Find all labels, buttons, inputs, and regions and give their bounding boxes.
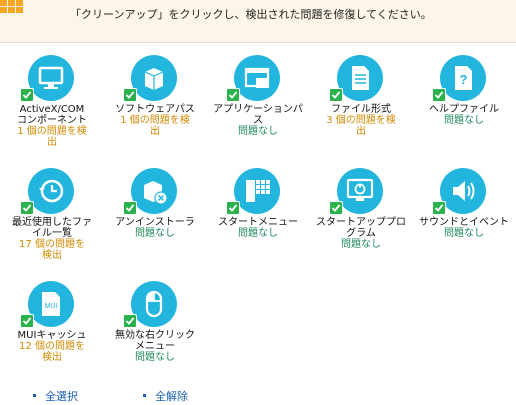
scan-category-tile[interactable]: 最近使用したファ イル一覧 17 個の問題を 検出 <box>0 163 104 273</box>
scan-category-tile[interactable]: ソフトウェアパス 1 個の問題を検 出 <box>103 50 207 160</box>
mui-file-icon: MUI <box>28 281 74 327</box>
category-label: ソフトウェアパス <box>115 104 195 115</box>
uninstall-box-icon <box>131 168 177 214</box>
category-status: 問題なし <box>238 228 278 239</box>
category-status: 問題なし <box>341 239 381 250</box>
category-status: 問題なし <box>238 126 278 137</box>
category-status: 3 個の問題を検 出 <box>326 115 396 137</box>
help-file-icon: ? <box>440 55 486 101</box>
category-label: ヘルプファイル <box>429 104 499 115</box>
instruction-banner: 「クリーンアップ」をクリックし、検出された問題を修復してください。 <box>0 0 516 43</box>
scan-category-tile[interactable]: サウンドとイベント 問題なし <box>412 163 516 273</box>
bullet-icon <box>143 394 146 397</box>
category-status: 問題なし <box>135 352 175 363</box>
category-checkbox[interactable] <box>432 201 446 215</box>
category-status: 問題なし <box>444 115 484 126</box>
category-label: MUIキャッシュ <box>17 330 87 341</box>
speaker-icon <box>440 168 486 214</box>
category-checkbox[interactable] <box>123 201 137 215</box>
deselect-all-link[interactable]: 全解除 <box>155 388 188 404</box>
selection-footer: 全選択 全解除 <box>0 384 516 405</box>
startup-power-icon <box>337 168 383 214</box>
scan-category-tile[interactable]: ファイル形式 3 個の問題を検 出 <box>309 50 413 160</box>
category-status: 1 個の問題を検 出 <box>17 126 87 148</box>
category-label: 最近使用したファ イル一覧 <box>12 217 92 239</box>
category-checkbox[interactable] <box>20 314 34 328</box>
category-checkbox[interactable] <box>123 314 137 328</box>
category-label: スタートアッププロ グラム <box>316 217 406 239</box>
category-label: サウンドとイベント <box>419 217 509 228</box>
category-label: アンインストーラ <box>115 217 195 228</box>
category-checkbox[interactable] <box>329 201 343 215</box>
category-checkbox[interactable] <box>432 88 446 102</box>
scan-category-tile[interactable]: アンインストーラ 問題なし <box>103 163 207 273</box>
start-menu-icon <box>234 168 280 214</box>
category-status: 問題なし <box>135 228 175 239</box>
category-label: ファイル形式 <box>331 104 391 115</box>
scan-category-grid: ActiveX/COM コンポーネント 1 個の問題を検 出ソフトウェアパス 1 個… <box>0 50 516 380</box>
category-checkbox[interactable] <box>226 201 240 215</box>
instruction-text: 「クリーンアップ」をクリックし、検出された問題を修復してください。 <box>70 8 432 21</box>
category-checkbox[interactable] <box>226 88 240 102</box>
scan-category-tile[interactable]: スタートメニュー 問題なし <box>206 163 310 273</box>
scan-category-tile[interactable]: 無効な右クリック メニュー 問題なし <box>103 276 207 386</box>
category-status: 17 個の問題を 検出 <box>19 239 85 261</box>
document-icon <box>337 55 383 101</box>
category-label: 無効な右クリック メニュー <box>115 330 195 352</box>
scan-category-tile[interactable]: ActiveX/COM コンポーネント 1 個の問題を検 出 <box>0 50 104 160</box>
category-status: 1 個の問題を検 出 <box>120 115 190 137</box>
category-status: 問題なし <box>444 228 484 239</box>
monitor-icon <box>28 55 74 101</box>
category-label: スタートメニュー <box>218 217 298 228</box>
history-clock-icon <box>28 168 74 214</box>
mouse-icon <box>131 281 177 327</box>
category-checkbox[interactable] <box>123 88 137 102</box>
category-checkbox[interactable] <box>20 201 34 215</box>
scan-category-tile[interactable]: スタートアッププロ グラム 問題なし <box>309 163 413 273</box>
scan-category-tile[interactable]: ? ヘルプファイル 問題なし <box>412 50 516 160</box>
scan-category-tile[interactable]: MUI MUIキャッシュ 12 個の問題を 検出 <box>0 276 104 386</box>
category-checkbox[interactable] <box>20 88 34 102</box>
app-logo-icon <box>0 0 24 18</box>
scan-category-tile[interactable]: アプリケーションパ ス問題なし <box>206 50 310 160</box>
category-status: 12 個の問題を 検出 <box>19 341 85 363</box>
category-label: ActiveX/COM コンポーネント <box>17 104 87 126</box>
bullet-icon <box>33 394 36 397</box>
package-box-icon <box>131 55 177 101</box>
category-checkbox[interactable] <box>329 88 343 102</box>
category-label: アプリケーションパ ス <box>213 104 303 126</box>
svg-text:MUI: MUI <box>45 303 58 310</box>
application-window-icon <box>234 55 280 101</box>
svg-text:?: ? <box>460 72 468 87</box>
select-all-link[interactable]: 全選択 <box>45 388 78 404</box>
